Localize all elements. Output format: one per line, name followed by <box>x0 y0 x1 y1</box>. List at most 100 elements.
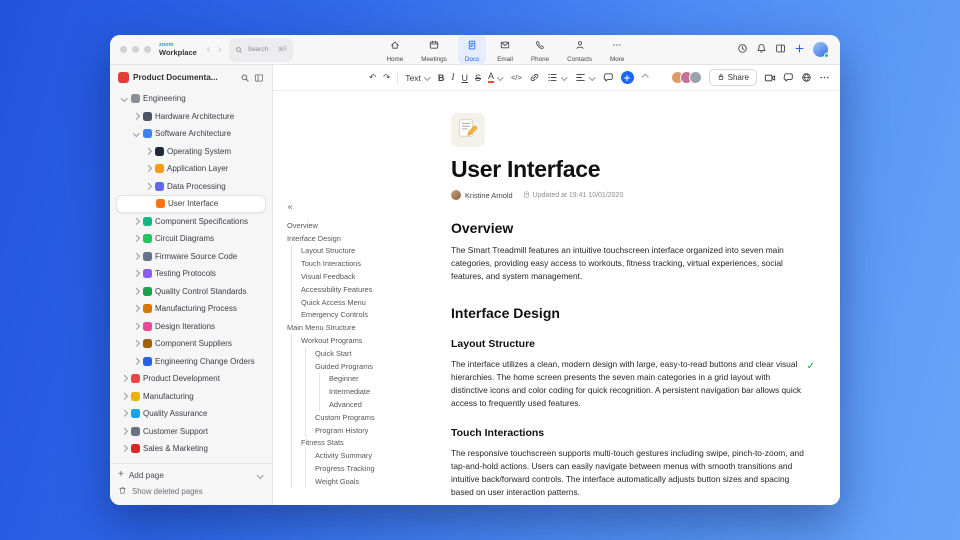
list-button[interactable] <box>547 72 568 83</box>
chevron-right-icon[interactable] <box>132 287 140 295</box>
outline-item-overview[interactable]: Overview <box>287 219 441 232</box>
sidebar-item-manufacturing[interactable]: Manufacturing <box>110 388 272 406</box>
tab-more[interactable]: More <box>603 35 631 65</box>
outline-item-emergency-controls[interactable]: Emergency Controls <box>287 308 441 322</box>
outline-item-workout-programs[interactable]: Workout Programs <box>287 334 441 347</box>
share-button[interactable]: Share <box>708 69 757 86</box>
sidebar-item-customer-support[interactable]: Customer Support <box>110 423 272 441</box>
sidebar-item-product-development[interactable]: Product Development <box>110 370 272 388</box>
chevron-right-icon[interactable] <box>132 252 140 260</box>
chevron-right-icon[interactable] <box>132 217 140 225</box>
sidebar-item-testing-protocols[interactable]: Testing Protocols <box>110 265 272 283</box>
web-button[interactable] <box>801 72 812 83</box>
global-search-input[interactable]: Search ⌘F <box>229 37 294 62</box>
bold-button[interactable]: B <box>438 73 445 83</box>
chevron-right-icon[interactable] <box>132 112 140 120</box>
chevron-right-icon[interactable] <box>120 410 128 418</box>
history-icon[interactable] <box>737 41 748 59</box>
window-controls[interactable] <box>120 46 151 53</box>
collapse-outline-icon[interactable]: « <box>287 202 293 213</box>
sidebar-item-quality-control-standards[interactable]: Quality Control Standards <box>110 283 272 301</box>
paragraph-overview[interactable]: The Smart Treadmill features an intuitiv… <box>451 244 809 283</box>
sidebar-item-hardware-architecture[interactable]: Hardware Architecture <box>110 108 272 126</box>
text-color-button[interactable]: A <box>488 71 504 84</box>
chevron-right-icon[interactable] <box>120 392 128 400</box>
chevron-down-icon[interactable] <box>120 95 128 103</box>
tab-docs[interactable]: Docs <box>457 35 487 65</box>
italic-button[interactable]: I <box>451 73 454 83</box>
chevron-right-icon[interactable] <box>144 182 152 190</box>
sidebar-item-operating-system[interactable]: Operating System <box>110 143 272 161</box>
chevron-right-icon[interactable] <box>132 340 140 348</box>
sidebar-item-component-specifications[interactable]: Component Specifications <box>110 213 272 231</box>
sidebar-item-user-interface[interactable]: User Interface <box>116 195 266 213</box>
chevron-right-icon[interactable] <box>132 322 140 330</box>
outline-item-main-menu-structure[interactable]: Main Menu Structure <box>287 321 441 334</box>
chevron-right-icon[interactable] <box>120 375 128 383</box>
outline-item-quick-start[interactable]: Quick Start <box>287 346 441 360</box>
outline-item-guided-programs[interactable]: Guided Programs <box>287 359 441 373</box>
outline-item-fitness-stats[interactable]: Fitness Stats <box>287 436 441 450</box>
chevron-right-icon[interactable] <box>132 305 140 313</box>
user-avatar[interactable] <box>813 42 829 58</box>
sidebar-item-application-layer[interactable]: Application Layer <box>110 160 272 178</box>
align-button[interactable] <box>575 72 596 83</box>
outline-item-layout-structure[interactable]: Layout Structure <box>287 244 441 258</box>
collaborator-avatar[interactable] <box>688 71 702 84</box>
minimize-window-icon[interactable] <box>132 46 139 53</box>
comment-button[interactable] <box>603 72 614 83</box>
chevron-right-icon[interactable] <box>120 445 128 453</box>
expand-panel-icon[interactable] <box>254 73 264 83</box>
link-button[interactable] <box>529 72 540 83</box>
more-options-button[interactable] <box>819 72 830 83</box>
sidebar-item-quality-assurance[interactable]: Quality Assurance <box>110 405 272 423</box>
chevron-right-icon[interactable] <box>132 235 140 243</box>
outline-item-advanced[interactable]: Advanced <box>287 398 441 411</box>
close-window-icon[interactable] <box>120 46 127 53</box>
underline-button[interactable]: U <box>462 73 469 83</box>
sidebar-item-software-architecture[interactable]: Software Architecture <box>110 125 272 143</box>
code-button[interactable]: </> <box>511 73 522 82</box>
outline-item-progress-tracking[interactable]: Progress Tracking <box>287 462 441 475</box>
chevron-right-icon[interactable] <box>132 270 140 278</box>
sidebar-item-manufacturing-process[interactable]: Manufacturing Process <box>110 300 272 318</box>
sidebar-item-engineering[interactable]: Engineering <box>110 90 272 108</box>
tab-phone[interactable]: Phone <box>524 35 556 65</box>
sidebar-search-icon[interactable] <box>240 73 250 83</box>
outline-item-touch-interactions[interactable]: Touch Interactions <box>287 257 441 271</box>
show-deleted-pages-button[interactable]: Show deleted pages <box>118 483 264 499</box>
resolved-check-icon[interactable]: ✓ <box>807 361 815 372</box>
sidebar-item-circuit-diagrams[interactable]: Circuit Diagrams <box>110 230 272 248</box>
insert-block-button[interactable] <box>620 71 634 84</box>
paragraph-layout-structure[interactable]: The interface utilizes a clean, modern d… <box>451 358 809 410</box>
collapse-toolbar-icon[interactable] <box>641 74 649 82</box>
sidebar-item-component-suppliers[interactable]: Component Suppliers <box>110 335 272 353</box>
outline-item-weight-goals[interactable]: Weight Goals <box>287 474 441 488</box>
outline-item-custom-programs[interactable]: Custom Programs <box>287 410 441 424</box>
chevron-right-icon[interactable] <box>144 165 152 173</box>
outline-item-accessibility-features[interactable]: Accessibility Features <box>287 282 441 296</box>
sidebar-item-design-iterations[interactable]: Design Iterations <box>110 318 272 336</box>
forward-icon[interactable]: › <box>218 44 221 55</box>
outline-item-activity-summary[interactable]: Activity Summary <box>287 449 441 463</box>
outline-item-intermediate[interactable]: Intermediate <box>287 385 441 399</box>
text-style-dropdown[interactable]: Text <box>405 73 431 83</box>
tab-home[interactable]: Home <box>379 35 410 65</box>
outline-item-beginner[interactable]: Beginner <box>287 372 441 386</box>
doc-emoji[interactable] <box>451 113 485 147</box>
outline-item-quick-access-menu[interactable]: Quick Access Menu <box>287 295 441 309</box>
redo-button[interactable]: ↷ <box>383 73 390 83</box>
chevron-down-icon[interactable] <box>132 130 140 138</box>
outline-item-program-history[interactable]: Program History <box>287 423 441 437</box>
comments-panel-button[interactable] <box>783 72 794 83</box>
tab-contacts[interactable]: Contacts <box>560 35 599 65</box>
new-item-icon[interactable] <box>794 41 805 59</box>
strikethrough-button[interactable]: S <box>475 73 481 83</box>
sidebar-item-engineering-change-orders[interactable]: Engineering Change Orders <box>110 353 272 371</box>
doc-content[interactable]: User Interface Kristine Arnold Updated a… <box>451 113 815 499</box>
video-button[interactable] <box>764 72 776 84</box>
sidebar-toggle-icon[interactable] <box>775 41 786 59</box>
add-page-button[interactable]: + Add page <box>118 467 264 483</box>
chevron-right-icon[interactable] <box>144 147 152 155</box>
outline-item-visual-feedback[interactable]: Visual Feedback <box>287 270 441 283</box>
